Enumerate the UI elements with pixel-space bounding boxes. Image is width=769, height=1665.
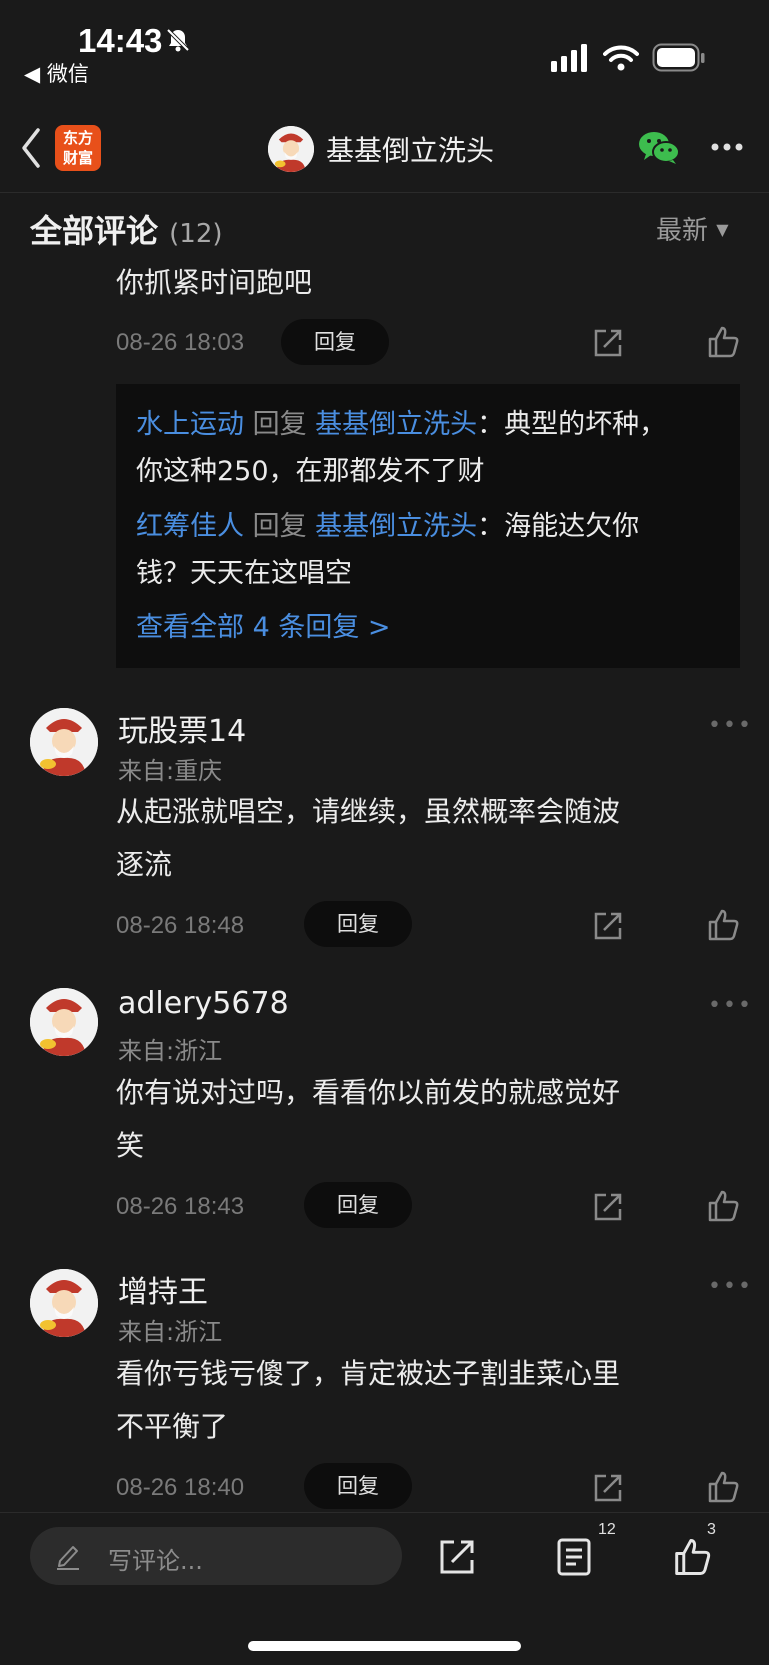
reply-button[interactable]: 回复 [304, 1182, 412, 1228]
author-avatar[interactable] [268, 126, 314, 172]
share-icon[interactable] [592, 1191, 624, 1223]
battery-icon [652, 43, 705, 72]
like-count-badge: 3 [707, 1521, 716, 1538]
like-icon[interactable] [706, 1470, 740, 1504]
reply-button[interactable]: 回复 [304, 1463, 412, 1509]
avatar-image [30, 988, 98, 1056]
comment-input[interactable] [30, 1527, 402, 1585]
sub-reply-user[interactable]: 水上运动 [136, 409, 244, 440]
avatar-image [30, 708, 98, 776]
commenter-name[interactable]: 玩股票14 [118, 706, 246, 750]
share-icon[interactable] [592, 910, 624, 942]
comment-text: 你抓紧时间跑吧 [116, 266, 313, 299]
comment-time: 08-26 18:48 [116, 912, 245, 939]
commenter-name[interactable]: adlery5678 [118, 986, 289, 1021]
home-indicator[interactable] [248, 1641, 521, 1651]
like-icon[interactable] [706, 908, 740, 942]
sub-reply-line2: 你这种250，在那都发不了财 [136, 456, 485, 487]
reply-button[interactable]: 回复 [281, 319, 389, 365]
comment-text-line1: 从起涨就唱空，请继续，虽然概率会随波 [116, 795, 621, 828]
avatar-image [30, 1269, 98, 1337]
comment-text-line1: 你有说对过吗，看看你以前发的就感觉好 [116, 1076, 621, 1109]
wechat-share-icon[interactable] [638, 130, 680, 166]
mute-bell-icon [166, 28, 190, 52]
nav-title: 基基倒立洗头 [326, 134, 495, 167]
comment-more-icon[interactable]: ••• [708, 713, 753, 738]
comments-list-icon[interactable] [556, 1537, 592, 1577]
share-icon[interactable] [438, 1538, 476, 1576]
wifi-icon [603, 45, 639, 71]
commenter-avatar[interactable] [30, 988, 98, 1056]
comment-text-line2: 不平衡了 [116, 1410, 229, 1443]
view-all-replies-link[interactable]: 查看全部 4 条回复 > [136, 604, 391, 651]
comment-count-badge: 12 [598, 1521, 616, 1538]
comment-text-line2: 笑 [116, 1129, 145, 1162]
comments-title: 全部评论 [30, 212, 159, 250]
sub-reply-target[interactable]: 基基倒立洗头 [315, 511, 477, 542]
comment-more-icon[interactable]: ••• [708, 993, 753, 1018]
pencil-icon [57, 1546, 79, 1570]
signal-icon [551, 44, 587, 72]
comments-count: (12) [169, 219, 223, 249]
avatar-image [268, 126, 314, 172]
sub-reply-line1: 水上运动 回复 基基倒立洗头：典型的坏种， [136, 409, 667, 440]
comments-header: 全部评论 (12) [30, 206, 223, 252]
nav-divider [0, 192, 769, 193]
comment-text-line2: 逐流 [116, 848, 173, 881]
comment-input-placeholder: 写评论... [108, 1547, 203, 1575]
commenter-avatar[interactable] [30, 708, 98, 776]
commenter-name[interactable]: 增持王 [118, 1267, 208, 1311]
commenter-location: 来自:浙江 [118, 1037, 223, 1065]
reply-button[interactable]: 回复 [304, 901, 412, 947]
status-time: 14:43 [78, 22, 163, 59]
caret-down-icon: ▼ [716, 220, 729, 239]
sort-label: 最新 [656, 216, 709, 246]
comment-time: 08-26 18:40 [116, 1474, 245, 1501]
comment-text-line1: 看你亏钱亏傻了，肯定被达子割韭菜心里 [116, 1357, 621, 1390]
sort-dropdown[interactable]: 最新 ▼ [656, 210, 729, 247]
like-icon[interactable] [706, 325, 740, 359]
comment-time: 08-26 18:03 [116, 329, 245, 356]
commenter-location: 来自:浙江 [118, 1318, 223, 1346]
sub-replies-box: 水上运动 回复 基基倒立洗头：典型的坏种， 你这种250，在那都发不了财 红筹佳… [116, 384, 740, 668]
sub-reply-line3: 红筹佳人 回复 基基倒立洗头：海能达欠你 [136, 511, 640, 542]
commenter-location: 来自:重庆 [118, 757, 223, 785]
more-menu-icon[interactable] [710, 140, 744, 154]
share-icon[interactable] [592, 1472, 624, 1504]
share-icon[interactable] [592, 327, 624, 359]
sub-reply-target[interactable]: 基基倒立洗头 [315, 409, 477, 440]
like-icon[interactable] [706, 1189, 740, 1223]
back-arrow-icon[interactable] [18, 124, 44, 172]
eastmoney-logo: 东方 财富 [55, 125, 101, 171]
sub-reply-user[interactable]: 红筹佳人 [136, 511, 244, 542]
comment-more-icon[interactable]: ••• [708, 1274, 753, 1299]
bottom-divider [0, 1512, 769, 1513]
comment-time: 08-26 18:43 [116, 1193, 245, 1220]
back-to-wechat[interactable]: ◀ 微信 [24, 58, 89, 88]
sub-reply-line4: 钱？天天在这唱空 [136, 558, 352, 589]
like-icon[interactable] [672, 1537, 712, 1577]
commenter-avatar[interactable] [30, 1269, 98, 1337]
